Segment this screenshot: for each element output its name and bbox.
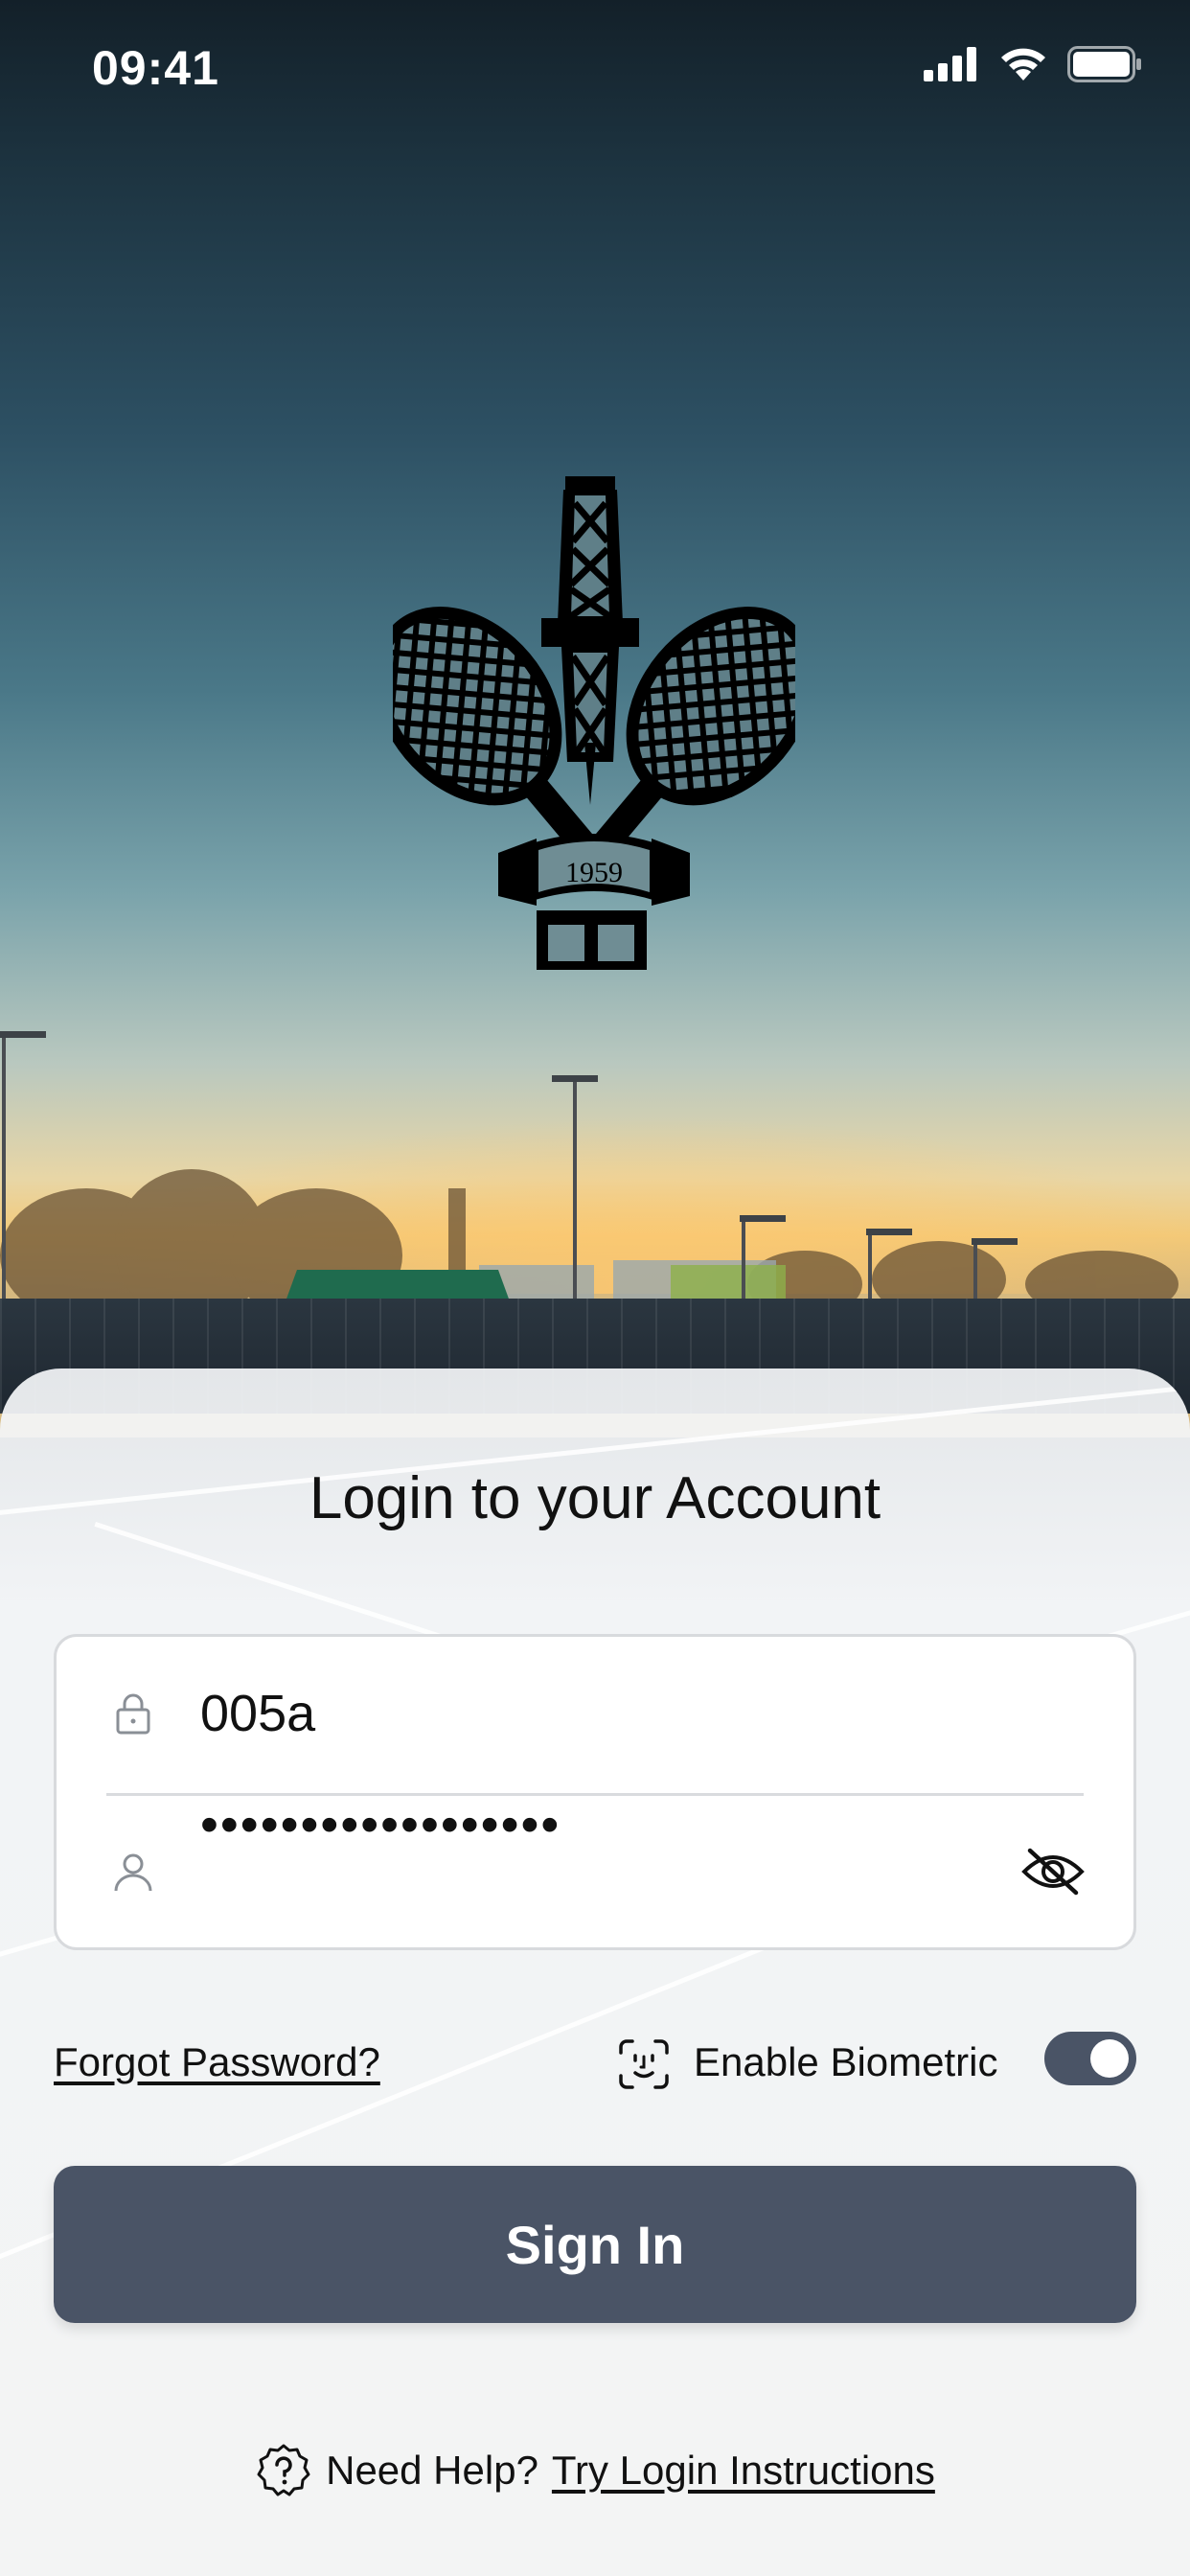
face-id-icon <box>619 2039 669 2089</box>
light-pole <box>868 1231 872 1308</box>
light-pole-lamp <box>740 1215 786 1222</box>
help-prefix: Need Help? <box>326 2448 538 2493</box>
light-pole-lamp <box>0 1031 46 1038</box>
password-field[interactable]: •••••••••••••••••• <box>57 1795 1133 1948</box>
page-title: Login to your Account <box>309 1465 881 1531</box>
light-pole <box>2 1035 6 1303</box>
password-input[interactable]: •••••••••••••••••• <box>200 1795 561 1854</box>
lock-icon <box>116 1693 150 1735</box>
login-options: Forgot Password? Enable Biometric <box>54 2030 1136 2106</box>
light-pole-lamp <box>866 1229 912 1235</box>
help-question-icon <box>257 2444 310 2496</box>
login-card: Login to your Account 005a •••••••••••••… <box>0 1368 1190 2576</box>
toggle-knob <box>1090 2039 1129 2078</box>
light-pole-lamp <box>972 1238 1018 1245</box>
login-instructions-link[interactable]: Try Login Instructions <box>552 2448 935 2494</box>
biometric-label: Enable Biometric <box>694 2039 998 2084</box>
cellular-signal-icon <box>924 47 976 81</box>
status-bar: 09:41 <box>0 0 1190 134</box>
light-pole <box>742 1219 745 1305</box>
club-crest-logo: 1959 <box>393 476 795 970</box>
light-pole <box>573 1078 577 1308</box>
tree-line <box>0 1169 1179 1322</box>
status-icons <box>924 46 1142 82</box>
biometric-toggle[interactable] <box>1044 2032 1136 2085</box>
eye-off-icon[interactable] <box>1020 1845 1086 1898</box>
credentials-form: 005a •••••••••••••••••• <box>54 1634 1136 1950</box>
status-time: 09:41 <box>92 41 219 95</box>
forgot-password-link[interactable]: Forgot Password? <box>54 2039 380 2085</box>
battery-icon <box>1067 46 1141 82</box>
help-row: Need Help? Try Login Instructions <box>0 2432 1190 2509</box>
wifi-icon <box>1001 48 1045 80</box>
light-pole-lamp <box>552 1075 598 1082</box>
sign-in-button[interactable]: Sign In <box>54 2166 1136 2323</box>
username-input[interactable]: 005a <box>200 1684 315 1743</box>
crest-year: 1959 <box>565 857 623 888</box>
user-icon <box>114 1853 152 1892</box>
username-field[interactable]: 005a <box>57 1637 1133 1790</box>
